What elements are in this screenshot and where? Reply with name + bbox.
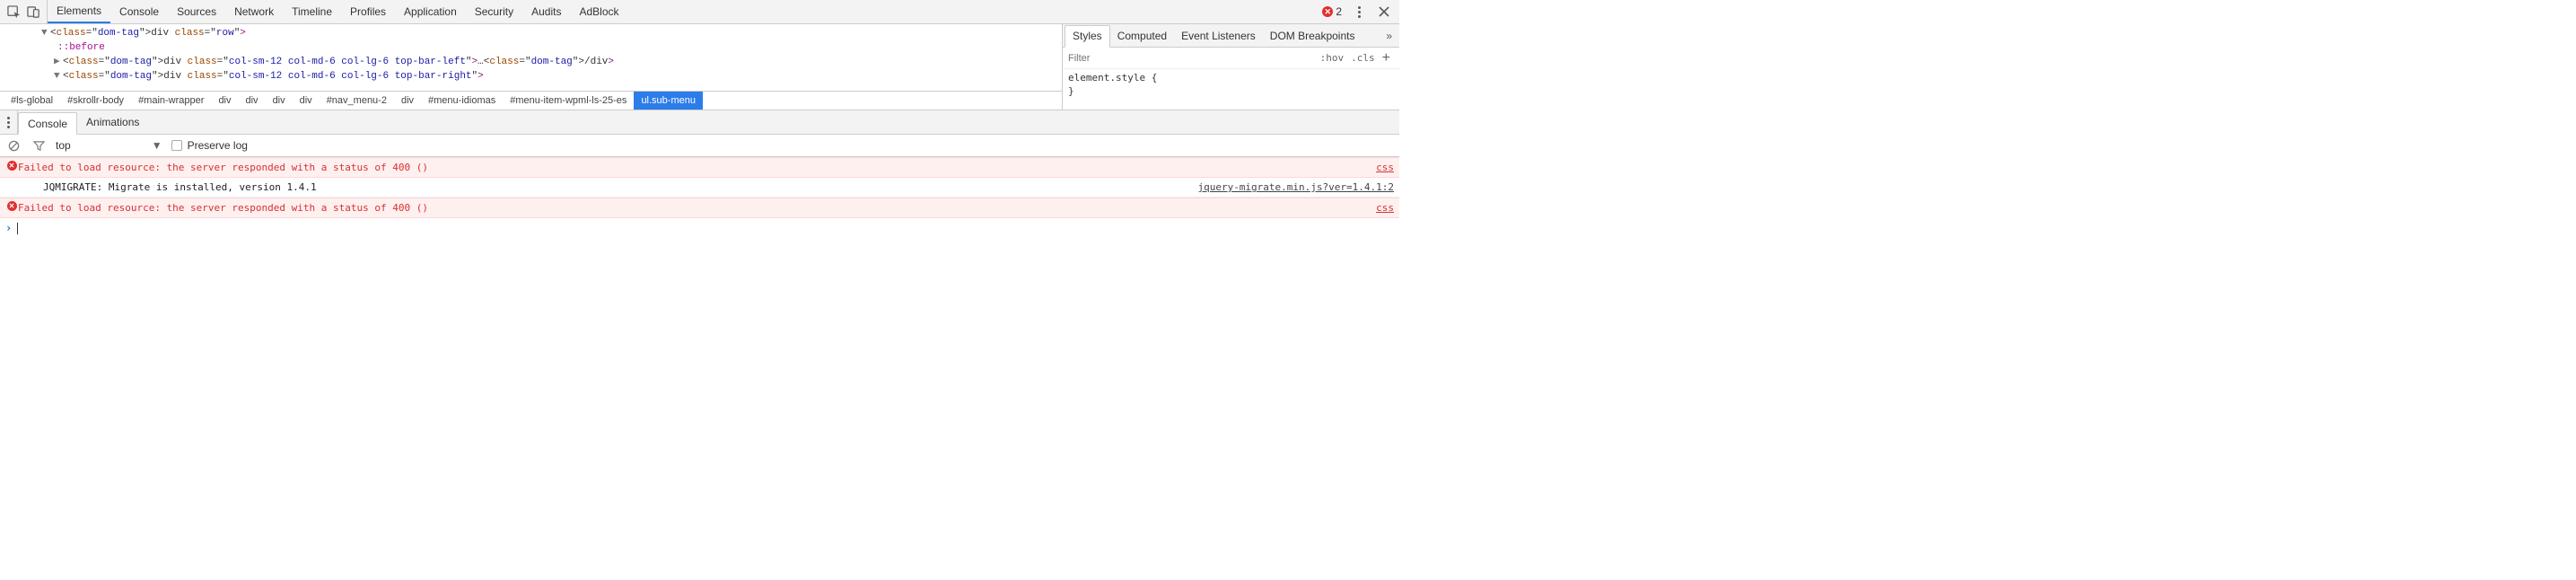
- tab-network[interactable]: Network: [225, 0, 283, 23]
- toolbar-left-group: [0, 0, 48, 23]
- breadcrumb-item[interactable]: div: [394, 92, 421, 110]
- context-selector[interactable]: top ▼: [56, 139, 162, 152]
- new-style-rule-icon[interactable]: +: [1379, 51, 1394, 66]
- drawer-header: ConsoleAnimations: [0, 110, 1399, 135]
- preserve-log-label: Preserve log: [188, 139, 248, 152]
- error-icon: ✕: [5, 201, 18, 211]
- console-message: ✕Failed to load resource: the server res…: [0, 198, 1399, 218]
- tab-security[interactable]: Security: [466, 0, 522, 23]
- breadcrumb-item[interactable]: div: [211, 92, 238, 110]
- message-text: Failed to load resource: the server resp…: [18, 200, 1365, 215]
- clear-console-icon[interactable]: [5, 137, 22, 154]
- sidebar-tab-dom-breakpoints[interactable]: DOM Breakpoints: [1263, 24, 1362, 47]
- error-icon: ✕: [5, 161, 18, 171]
- sidebar-tab-styles[interactable]: Styles: [1065, 25, 1110, 48]
- breadcrumb-item[interactable]: #skrollr-body: [60, 92, 131, 110]
- settings-kebab-icon[interactable]: [1351, 4, 1367, 20]
- sidebar-tab-event-listeners[interactable]: Event Listeners: [1174, 24, 1263, 47]
- devtools-toolbar: ElementsConsoleSourcesNetworkTimelinePro…: [0, 0, 1399, 24]
- drawer-tab-console[interactable]: Console: [18, 112, 77, 135]
- breadcrumb-item[interactable]: #main-wrapper: [131, 92, 211, 110]
- elements-panel: ▼<class="dom-tag">div class="row">::befo…: [0, 24, 1062, 110]
- style-rule-open: element.style {: [1068, 71, 1394, 84]
- breadcrumb-item[interactable]: div: [266, 92, 293, 110]
- tab-audits[interactable]: Audits: [522, 0, 570, 23]
- device-toggle-icon[interactable]: [25, 4, 41, 20]
- dropdown-caret-icon: ▼: [152, 139, 162, 152]
- breadcrumb-item[interactable]: ul.sub-menu: [634, 92, 703, 110]
- styles-filter-input[interactable]: [1068, 53, 1317, 64]
- preserve-log-toggle[interactable]: Preserve log: [171, 139, 248, 152]
- message-source-link[interactable]: css: [1365, 200, 1394, 215]
- sidebar-tabs: StylesComputedEvent ListenersDOM Breakpo…: [1063, 24, 1399, 48]
- styles-body[interactable]: element.style { }: [1063, 69, 1399, 100]
- breadcrumb-item[interactable]: div: [293, 92, 320, 110]
- styles-sidebar: StylesComputedEvent ListenersDOM Breakpo…: [1062, 24, 1399, 110]
- console-messages: ✕Failed to load resource: the server res…: [0, 157, 1399, 218]
- context-label: top: [56, 139, 71, 152]
- message-source-link[interactable]: css: [1365, 160, 1394, 175]
- breadcrumb-item[interactable]: #nav_menu-2: [320, 92, 394, 110]
- dom-node[interactable]: ▼<class="dom-tag">div class="col-sm-12 c…: [18, 69, 1062, 83]
- breadcrumb-item[interactable]: #ls-global: [4, 92, 60, 110]
- style-rule-close: }: [1068, 84, 1394, 98]
- message-source-link[interactable]: jquery-migrate.min.js?ver=1.4.1:2: [1187, 180, 1394, 195]
- console-toolbar: top ▼ Preserve log: [0, 135, 1399, 157]
- breadcrumb-bar: #ls-global#skrollr-body#main-wrapperdivd…: [0, 91, 1062, 110]
- error-count-pill[interactable]: ✕ 2: [1322, 5, 1342, 18]
- console-prompt[interactable]: ›: [0, 218, 1399, 238]
- tab-elements[interactable]: Elements: [48, 0, 110, 23]
- cursor: [17, 223, 18, 234]
- hov-toggle[interactable]: :hov: [1317, 52, 1348, 64]
- styles-filter-row: :hov .cls +: [1063, 48, 1399, 69]
- close-devtools-icon[interactable]: [1376, 4, 1392, 20]
- prompt-chevron-icon: ›: [5, 222, 12, 234]
- close-drawer-icon[interactable]: [1381, 114, 1399, 130]
- console-message: JQMIGRATE: Migrate is installed, version…: [0, 178, 1399, 198]
- message-text: JQMIGRATE: Migrate is installed, version…: [18, 180, 1187, 195]
- drawer-tabs: ConsoleAnimations: [18, 110, 148, 134]
- dom-tree[interactable]: ▼<class="dom-tag">div class="row">::befo…: [0, 24, 1062, 83]
- more-tabs-icon[interactable]: »: [1379, 30, 1399, 42]
- tab-application[interactable]: Application: [395, 0, 466, 23]
- console-message: ✕Failed to load resource: the server res…: [0, 157, 1399, 178]
- dom-node[interactable]: ::before: [18, 40, 1062, 55]
- toolbar-right-group: ✕ 2: [1315, 4, 1399, 20]
- tab-profiles[interactable]: Profiles: [341, 0, 395, 23]
- dom-node[interactable]: ▼<class="dom-tag">div class="row">: [18, 26, 1062, 40]
- main-tabs: ElementsConsoleSourcesNetworkTimelinePro…: [48, 0, 628, 23]
- main-panel: ▼<class="dom-tag">div class="row">::befo…: [0, 24, 1399, 110]
- tab-console[interactable]: Console: [110, 0, 168, 23]
- drawer-menu-icon[interactable]: [0, 110, 18, 134]
- tab-adblock[interactable]: AdBlock: [570, 0, 627, 23]
- error-icon: ✕: [1322, 6, 1333, 17]
- breadcrumb-item[interactable]: div: [239, 92, 266, 110]
- sidebar-tab-computed[interactable]: Computed: [1110, 24, 1174, 47]
- tab-timeline[interactable]: Timeline: [283, 0, 341, 23]
- filter-icon[interactable]: [31, 137, 47, 154]
- dom-node[interactable]: ▶<class="dom-tag">div class="col-sm-12 c…: [18, 55, 1062, 69]
- breadcrumb-item[interactable]: #menu-idiomas: [421, 92, 503, 110]
- breadcrumb-item[interactable]: #menu-item-wpml-ls-25-es: [503, 92, 634, 110]
- tab-sources[interactable]: Sources: [168, 0, 225, 23]
- inspect-icon[interactable]: [5, 4, 22, 20]
- checkbox-icon: [171, 140, 182, 151]
- drawer-tab-animations[interactable]: Animations: [77, 110, 148, 134]
- message-text: Failed to load resource: the server resp…: [18, 160, 1365, 175]
- cls-toggle[interactable]: .cls: [1347, 52, 1379, 64]
- error-count: 2: [1336, 5, 1342, 18]
